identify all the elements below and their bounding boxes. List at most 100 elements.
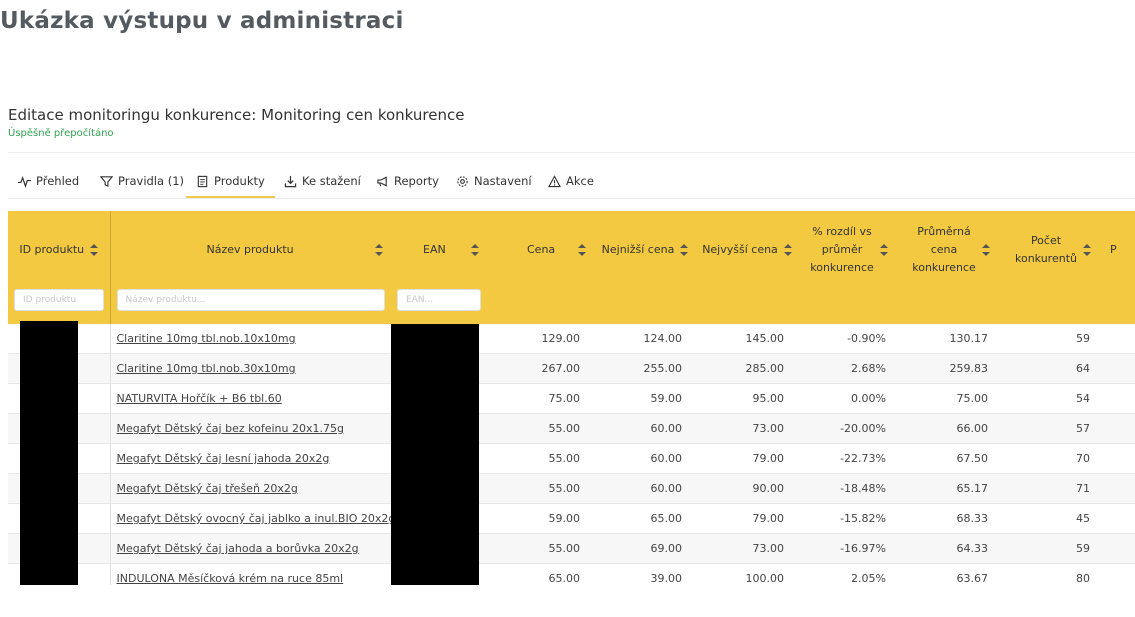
- product-name-cell: NATURVITA Hořčík + B6 tbl.60: [110, 383, 391, 414]
- col-header-label: Nejvyšší cena: [702, 243, 778, 256]
- diff-cell: -18.48%: [798, 473, 900, 504]
- extra-cell: [1104, 353, 1135, 384]
- diff-cell: -16.97%: [798, 533, 900, 564]
- sort-icon: [879, 244, 888, 256]
- filter-cell-ean: [391, 289, 487, 324]
- tab-prehled[interactable]: Přehled: [18, 166, 79, 196]
- max-price-cell: 95.00: [696, 383, 798, 414]
- extra-cell: [1104, 324, 1135, 354]
- tab-reporty[interactable]: Reporty: [376, 166, 439, 196]
- tab-pravidla[interactable]: Pravidla (1): [100, 166, 184, 196]
- competitor-count-cell: 80: [1002, 563, 1104, 585]
- filter-cell: [696, 289, 798, 324]
- filter-cell-name: [110, 289, 391, 324]
- product-link[interactable]: Megafyt Dětský čaj lesní jahoda 20x2g: [117, 452, 330, 465]
- table-row: Megafyt Dětský čaj třešeň 20x2g 55.00 60.0…: [8, 473, 1135, 504]
- extra-cell: [1104, 413, 1135, 444]
- col-header-id[interactable]: ID produktu: [8, 211, 111, 289]
- product-link[interactable]: Megafyt Dětský čaj třešeň 20x2g: [117, 482, 298, 495]
- avg-price-cell: 63.67: [900, 563, 1002, 585]
- table-row: Megafyt Dětský ovocný čaj jablko a inul.…: [8, 503, 1135, 534]
- filter-cell: [594, 289, 696, 324]
- col-header-label: Počet konkurentů: [1015, 234, 1077, 265]
- product-name-cell: Megafyt Dětský ovocný čaj jablko a inul.…: [110, 503, 392, 534]
- min-price-cell: 60.00: [594, 413, 696, 444]
- col-header-label: Název produktu: [206, 243, 294, 256]
- sort-icon: [680, 244, 689, 256]
- min-price-cell: 124.00: [594, 324, 696, 354]
- product-link[interactable]: Claritine 10mg tbl.nob.10x10mg: [117, 332, 296, 345]
- competitor-count-cell: 64: [1002, 353, 1104, 384]
- tab-nastaveni[interactable]: Nastavení: [456, 166, 532, 196]
- diff-cell: 2.05%: [798, 563, 900, 585]
- col-header-count[interactable]: Počet konkurentů: [1002, 211, 1104, 289]
- col-header-name[interactable]: Název produktu: [110, 211, 391, 289]
- product-link[interactable]: Claritine 10mg tbl.nob.30x10mg: [117, 362, 296, 375]
- product-name-cell: Claritine 10mg tbl.nob.10x10mg: [110, 324, 391, 354]
- tab-produkty[interactable]: Produkty: [186, 166, 275, 198]
- extra-cell: [1104, 563, 1135, 585]
- product-name-cell: Megafyt Dětský čaj jahoda a borůvka 20x2…: [110, 533, 391, 564]
- table-filter-row: [8, 289, 1135, 324]
- col-header-label: ID produktu: [19, 243, 85, 256]
- edit-title: Editace monitoringu konkurence: Monitori…: [8, 106, 465, 124]
- price-cell: 55.00: [487, 533, 594, 564]
- tab-akce[interactable]: Akce: [548, 166, 594, 196]
- avg-price-cell: 67.50: [900, 443, 1002, 474]
- tab-label: Pravidla (1): [118, 174, 184, 188]
- avg-price-cell: 65.17: [900, 473, 1002, 504]
- product-name-cell: Megafyt Dětský čaj třešeň 20x2g: [110, 473, 391, 504]
- max-price-cell: 79.00: [696, 443, 798, 474]
- product-link[interactable]: INDULONA Měsíčková krém na ruce 85ml: [117, 572, 344, 585]
- col-header-max-price[interactable]: Nejvyšší cena: [696, 211, 798, 289]
- name-filter-input[interactable]: [116, 289, 385, 311]
- sort-icon: [981, 244, 990, 256]
- diff-cell: -20.00%: [798, 413, 900, 444]
- product-link[interactable]: Megafyt Dětský čaj jahoda a borůvka 20x2…: [117, 542, 359, 555]
- price-cell: 129.00: [487, 324, 594, 354]
- col-header-label: P: [1110, 243, 1117, 256]
- tab-label: Produkty: [214, 174, 265, 188]
- ean-filter-input[interactable]: [397, 289, 481, 311]
- product-link[interactable]: Megafyt Dětský ovocný čaj jablko a inul.…: [117, 512, 392, 525]
- competitor-count-cell: 70: [1002, 443, 1104, 474]
- status-message: Úspěšně přepočítáno: [8, 128, 114, 139]
- col-header-avg[interactable]: Průměrná cena konkurence: [900, 211, 1002, 289]
- redacted-ean-block: [391, 324, 479, 585]
- col-header-ean[interactable]: EAN: [391, 211, 487, 289]
- max-price-cell: 145.00: [696, 324, 798, 354]
- diff-cell: -15.82%: [798, 503, 900, 534]
- tab-bar: Přehled Pravidla (1) Produkty Ke stažení…: [8, 166, 1135, 199]
- filter-cell-id: [8, 289, 111, 324]
- price-cell: 75.00: [487, 383, 594, 414]
- col-header-min-price[interactable]: Nejnižší cena: [594, 211, 696, 289]
- table-header-row: ID produktu Název produktu EAN Cena Nejn…: [8, 211, 1135, 289]
- avg-price-cell: 259.83: [900, 353, 1002, 384]
- price-cell: 267.00: [487, 353, 594, 384]
- product-link[interactable]: Megafyt Dětský čaj bez kofeinu 20x1.75g: [117, 422, 344, 435]
- separator: [8, 152, 1135, 153]
- competitor-count-cell: 59: [1002, 533, 1104, 564]
- product-name-cell: Megafyt Dětský čaj lesní jahoda 20x2g: [110, 443, 391, 474]
- id-filter-input[interactable]: [14, 289, 104, 311]
- tab-label: Ke stažení: [302, 174, 361, 188]
- table-row: Claritine 10mg tbl.nob.30x10mg 267.00 255.…: [8, 353, 1135, 384]
- col-header-extra[interactable]: P: [1104, 211, 1135, 289]
- download-icon: [284, 175, 297, 187]
- tab-label: Přehled: [36, 174, 80, 188]
- max-price-cell: 90.00: [696, 473, 798, 504]
- avg-price-cell: 68.33: [900, 503, 1002, 534]
- col-header-label: EAN: [423, 243, 446, 256]
- product-link[interactable]: NATURVITA Hořčík + B6 tbl.60: [117, 392, 282, 405]
- sort-icon: [783, 244, 792, 256]
- extra-cell: [1104, 533, 1135, 564]
- sort-icon: [1083, 244, 1091, 256]
- col-header-diff[interactable]: % rozdíl vs průměr konkurence: [798, 211, 900, 289]
- max-price-cell: 285.00: [696, 353, 798, 384]
- sort-icon: [90, 244, 99, 256]
- megaphone-icon: [377, 175, 387, 187]
- col-header-label: % rozdíl vs průměr konkurence: [810, 225, 874, 274]
- min-price-cell: 255.00: [594, 353, 696, 384]
- tab-ke-stazeni[interactable]: Ke stažení: [284, 166, 361, 196]
- col-header-price[interactable]: Cena: [487, 211, 594, 289]
